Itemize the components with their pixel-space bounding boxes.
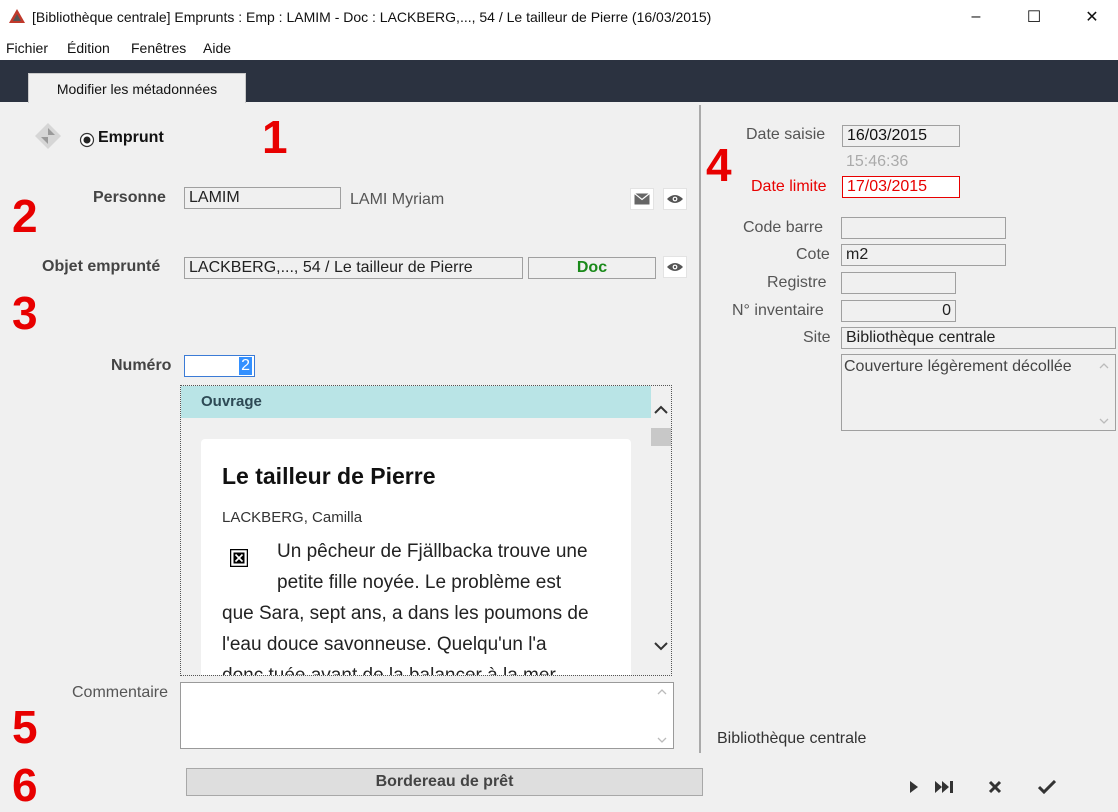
scroll-down-icon[interactable] bbox=[653, 640, 669, 652]
summary-line-3: que Sara, sept ans, a dans les poumons d… bbox=[222, 603, 589, 624]
site-field[interactable]: Bibliothèque centrale bbox=[841, 327, 1116, 349]
maximize-button[interactable]: ☐ bbox=[1006, 0, 1062, 34]
commentaire-label: Commentaire bbox=[72, 684, 169, 701]
numero-value: 2 bbox=[239, 357, 252, 375]
note-text: Couverture légèrement décollée bbox=[844, 358, 1072, 375]
check-icon bbox=[1038, 780, 1056, 794]
title-bar: [Bibliothèque centrale] Emprunts : Emp :… bbox=[0, 0, 1118, 34]
step-marker-4: 4 bbox=[706, 139, 732, 191]
scroll-up-icon[interactable] bbox=[653, 404, 669, 416]
emprunt-radio[interactable] bbox=[79, 132, 95, 148]
mail-icon bbox=[634, 193, 650, 205]
menu-bar: Fichier Édition Fenêtres Aide bbox=[0, 34, 1118, 60]
view-objet-button[interactable] bbox=[663, 256, 687, 278]
ouvrage-panel: Ouvrage Le tailleur de Pierre LACKBERG, … bbox=[180, 385, 672, 676]
menu-fenetres[interactable]: Fenêtres bbox=[131, 40, 186, 56]
summary-line-5: donc tuée avant de la balancer à la mer. bbox=[222, 665, 561, 676]
personne-label: Personne bbox=[93, 189, 166, 206]
close-icon bbox=[988, 780, 1002, 794]
skip-end-icon bbox=[935, 781, 953, 793]
scroll-down-icon[interactable] bbox=[1099, 418, 1109, 424]
registre-field[interactable] bbox=[841, 272, 956, 294]
ouvrage-scrollbar[interactable] bbox=[651, 400, 671, 675]
scroll-up-icon[interactable] bbox=[657, 689, 667, 695]
ouvrage-title: Le tailleur de Pierre bbox=[222, 463, 436, 489]
date-saisie-label: Date saisie bbox=[746, 126, 826, 143]
bordereau-button[interactable]: Bordereau de prêt bbox=[186, 768, 703, 796]
inventaire-field[interactable]: 0 bbox=[841, 300, 956, 322]
step-marker-5: 5 bbox=[12, 701, 38, 753]
eye-icon bbox=[667, 195, 683, 203]
step-marker-2: 2 bbox=[12, 190, 38, 242]
date-limite-label: Date limite bbox=[751, 178, 827, 195]
note-textarea[interactable]: Couverture légèrement décollée bbox=[841, 354, 1116, 431]
numero-input[interactable]: 2 bbox=[184, 355, 255, 377]
panel-divider bbox=[699, 105, 701, 753]
ouvrage-author: LACKBERG, Camilla bbox=[222, 509, 363, 526]
eye-icon bbox=[667, 263, 683, 271]
cancel-button[interactable] bbox=[983, 775, 1007, 799]
footer-site: Bibliothèque centrale bbox=[717, 730, 867, 747]
objet-field[interactable]: LACKBERG,..., 54 / Le tailleur de Pierre bbox=[184, 257, 523, 279]
scroll-up-icon[interactable] bbox=[1099, 363, 1109, 369]
emprunt-label: Emprunt bbox=[98, 129, 164, 146]
step-marker-6: 6 bbox=[12, 759, 38, 811]
close-window-button[interactable]: ✕ bbox=[1064, 0, 1118, 34]
time-value: 15:46:36 bbox=[846, 153, 909, 170]
validate-button[interactable] bbox=[1034, 775, 1060, 799]
ouvrage-card: Le tailleur de Pierre LACKBERG, Camilla … bbox=[201, 439, 631, 676]
menu-aide[interactable]: Aide bbox=[203, 40, 231, 56]
registre-label: Registre bbox=[767, 274, 827, 291]
step-marker-1: 1 bbox=[262, 111, 288, 163]
cote-field[interactable]: m2 bbox=[841, 244, 1006, 266]
step-marker-3: 3 bbox=[12, 287, 38, 339]
date-limite-field[interactable]: 17/03/2015 bbox=[842, 176, 960, 198]
broken-image-icon bbox=[230, 549, 248, 567]
cote-label: Cote bbox=[796, 246, 830, 263]
numero-label: Numéro bbox=[111, 357, 172, 374]
last-button[interactable] bbox=[930, 775, 958, 799]
menu-edition[interactable]: Édition bbox=[67, 40, 110, 56]
scroll-thumb[interactable] bbox=[651, 428, 671, 446]
commentaire-textarea[interactable] bbox=[180, 682, 674, 749]
app-logo-icon bbox=[9, 9, 25, 23]
view-personne-button[interactable] bbox=[663, 188, 687, 210]
play-icon bbox=[910, 781, 918, 793]
date-saisie-field[interactable]: 16/03/2015 bbox=[842, 125, 960, 147]
inventaire-label: N° inventaire bbox=[732, 302, 824, 319]
window-title: [Bibliothèque centrale] Emprunts : Emp :… bbox=[32, 9, 712, 25]
objet-label: Objet emprunté bbox=[42, 258, 161, 275]
edit-diamond-icon[interactable] bbox=[34, 122, 62, 150]
scroll-down-icon[interactable] bbox=[657, 737, 667, 743]
summary-line-2: petite fille noyée. Le problème est bbox=[277, 572, 562, 593]
objet-type-badge: Doc bbox=[528, 257, 656, 279]
summary-line-4: l'eau douce savonneuse. Quelqu'un l'a bbox=[222, 634, 547, 655]
next-button[interactable] bbox=[902, 775, 926, 799]
tab-modifier-metadonnees[interactable]: Modifier les métadonnées bbox=[28, 73, 246, 103]
code-barre-field[interactable] bbox=[841, 217, 1006, 239]
personne-name: LAMI Myriam bbox=[350, 191, 445, 208]
menu-fichier[interactable]: Fichier bbox=[6, 40, 48, 56]
personne-code-field[interactable]: LAMIM bbox=[184, 187, 341, 209]
site-label: Site bbox=[803, 329, 831, 346]
summary-line-1: Un pêcheur de Fjällbacka trouve une bbox=[277, 541, 588, 562]
ouvrage-header: Ouvrage bbox=[181, 386, 651, 418]
mail-button[interactable] bbox=[630, 188, 654, 210]
minimize-button[interactable]: – bbox=[948, 0, 1004, 34]
code-barre-label: Code barre bbox=[743, 219, 824, 236]
